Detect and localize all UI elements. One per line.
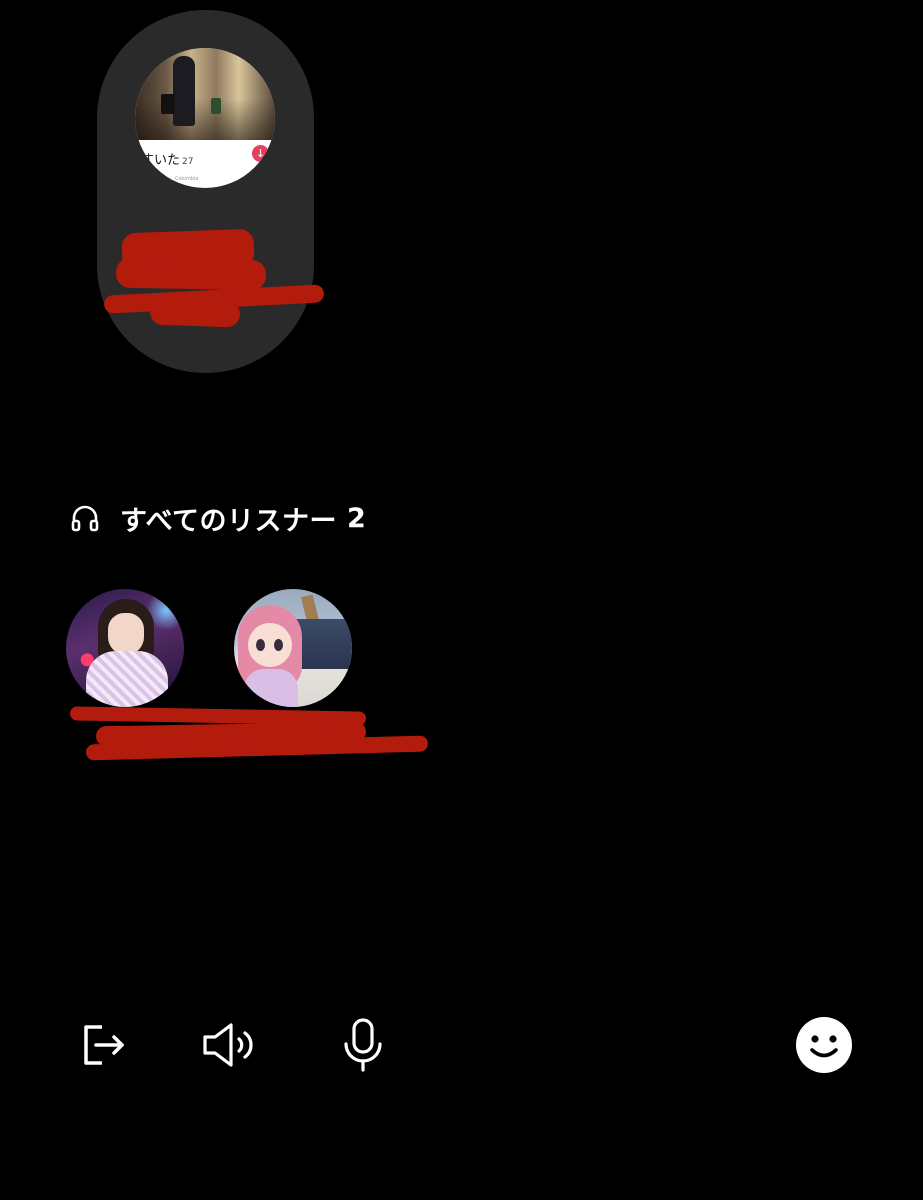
headphones-icon (71, 505, 99, 532)
microphone-icon (344, 1018, 382, 1072)
host-avatar-caption-sub: Colombia (175, 176, 199, 182)
download-arrow-icon: ↓ (252, 145, 269, 162)
host-avatar-photo (135, 48, 275, 140)
speaker-icon (203, 1023, 253, 1067)
reaction-button[interactable] (792, 1013, 856, 1077)
leave-icon (84, 1025, 124, 1065)
listeners-title: すべてのリスナー (120, 505, 338, 537)
emoji-smile-icon (796, 1017, 852, 1073)
listeners-count: 2 (347, 502, 366, 534)
speaker-button[interactable] (199, 1013, 263, 1077)
listener-avatar-2[interactable] (234, 589, 352, 707)
listeners-header: すべてのリスナー 2 (69, 498, 366, 538)
host-avatar-caption: すいた 27 (141, 153, 194, 168)
spaces-screen: すいた 27 Colombia ↓ すべてのリスナー 2 (0, 0, 923, 1200)
leave-button[interactable] (70, 1013, 134, 1077)
microphone-button[interactable] (331, 1013, 395, 1077)
host-avatar[interactable]: すいた 27 Colombia ↓ (135, 48, 275, 188)
listener-avatar-1[interactable] (66, 589, 184, 707)
